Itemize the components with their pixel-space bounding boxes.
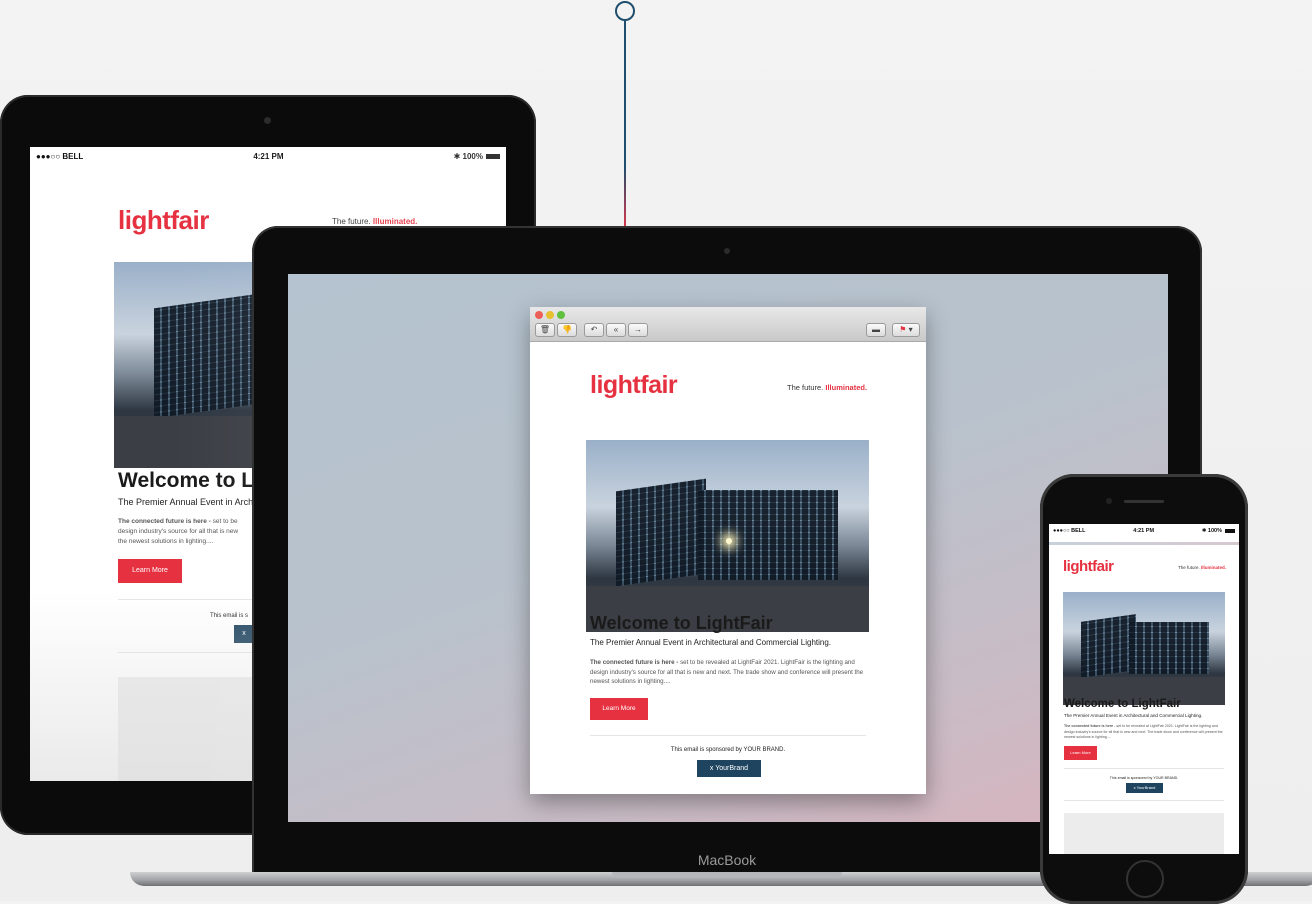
forward-icon[interactable]: → (628, 323, 648, 337)
email-subheadline: The Premier Annual Event in Architectura… (1064, 713, 1203, 718)
bluetooth-icon: ✱ (453, 152, 463, 161)
carrier-label: ●●●○○ BELL (36, 152, 84, 161)
learn-more-button[interactable]: Learn More (118, 559, 182, 583)
sponsor-text: This email is sponsored by YOUR BRAND. (670, 747, 786, 753)
sponsor-text: This email is sponsored by YOUR BRAND. (1109, 776, 1179, 780)
email-headline: Welcome to Li (118, 469, 260, 492)
sponsor-button[interactable]: x (234, 625, 254, 643)
learn-more-button[interactable]: Learn More (1064, 746, 1097, 760)
email-tagline: The future. Illuminated. (1178, 565, 1227, 570)
sponsor-text: This email is s (210, 613, 249, 619)
email-divider (590, 735, 866, 736)
battery-indicator: ✱ 100% (454, 152, 500, 161)
placeholder-block (1064, 813, 1224, 854)
mail-toolbar: 🗑 👎 ↶ « → ▬ ⚑ ▾ (530, 307, 926, 342)
iphone-device: ●●●○○ BELL 4:21 PM ✱ 100% lightfair The … (1040, 474, 1248, 904)
carrier-label: ●●●○○ BELL (1053, 528, 1086, 534)
flag-icon[interactable]: ⚑ ▾ (892, 323, 920, 337)
placeholder-block (118, 677, 268, 781)
email-logo: lightfair (118, 205, 209, 235)
iphone-camera (1106, 498, 1112, 504)
hero-image (1063, 592, 1225, 705)
sponsor-button[interactable]: x YourBrand (697, 760, 761, 777)
learn-more-button[interactable]: Learn More (590, 698, 648, 720)
connector-pin (615, 1, 635, 21)
battery-icon (485, 154, 500, 160)
email-headline: Welcome to LightFair (590, 613, 773, 633)
hero-image (586, 440, 869, 632)
clock-label: 4:21 PM (253, 152, 284, 161)
print-icon[interactable]: ▬ (866, 323, 886, 337)
email-subheadline: The Premier Annual Event in Arch (118, 497, 254, 507)
junk-icon[interactable]: 👎 (557, 323, 577, 337)
email-tagline: The future. Illuminated. (787, 383, 868, 392)
ipad-status-bar: ●●●○○ BELL 4:21 PM ✱ 100% (30, 147, 506, 166)
clock-label: 4:21 PM (1133, 528, 1155, 534)
iphone-speaker (1124, 500, 1164, 503)
home-button[interactable] (1126, 860, 1164, 898)
email-body: The connected future is here - set to be… (118, 518, 239, 545)
email-logo: lightfair (1063, 558, 1114, 575)
mail-window: 🗑 👎 ↶ « → ▬ ⚑ ▾ lightfair The future. Il… (530, 307, 926, 794)
battery-icon (1224, 528, 1235, 533)
minimize-window-icon[interactable] (546, 311, 554, 319)
sponsor-button[interactable]: x YourBrand (1126, 783, 1163, 793)
email-divider (1064, 768, 1224, 769)
trash-icon[interactable]: 🗑 (535, 323, 555, 337)
reply-icon[interactable]: ↶ (584, 323, 604, 337)
email-body: The connected future is here - set to be… (1064, 724, 1223, 740)
ipad-camera (264, 117, 271, 124)
email-divider (118, 599, 268, 600)
email-tagline: The future. Illuminated. (332, 217, 418, 226)
connector-line (624, 20, 626, 230)
macbook-notch (612, 872, 842, 878)
macbook-screen: 🗑 👎 ↶ « → ▬ ⚑ ▾ lightfair The future. Il… (288, 274, 1168, 822)
email-subheadline: The Premier Annual Event in Architectura… (590, 638, 832, 647)
zoom-window-icon[interactable] (557, 311, 565, 319)
battery-indicator: ✱ 100% (1202, 528, 1235, 534)
close-window-icon[interactable] (535, 311, 543, 319)
email-body: The connected future is here - set to be… (590, 659, 864, 685)
reply-all-icon[interactable]: « (606, 323, 626, 337)
iphone-status-bar: ●●●○○ BELL 4:21 PM ✱ 100% (1049, 524, 1239, 538)
email-headline: Welcome to LightFair (1064, 698, 1181, 710)
email-logo: lightfair (590, 371, 678, 399)
macbook-camera (724, 248, 730, 254)
iphone-screen: ●●●○○ BELL 4:21 PM ✱ 100% lightfair The … (1049, 524, 1239, 854)
